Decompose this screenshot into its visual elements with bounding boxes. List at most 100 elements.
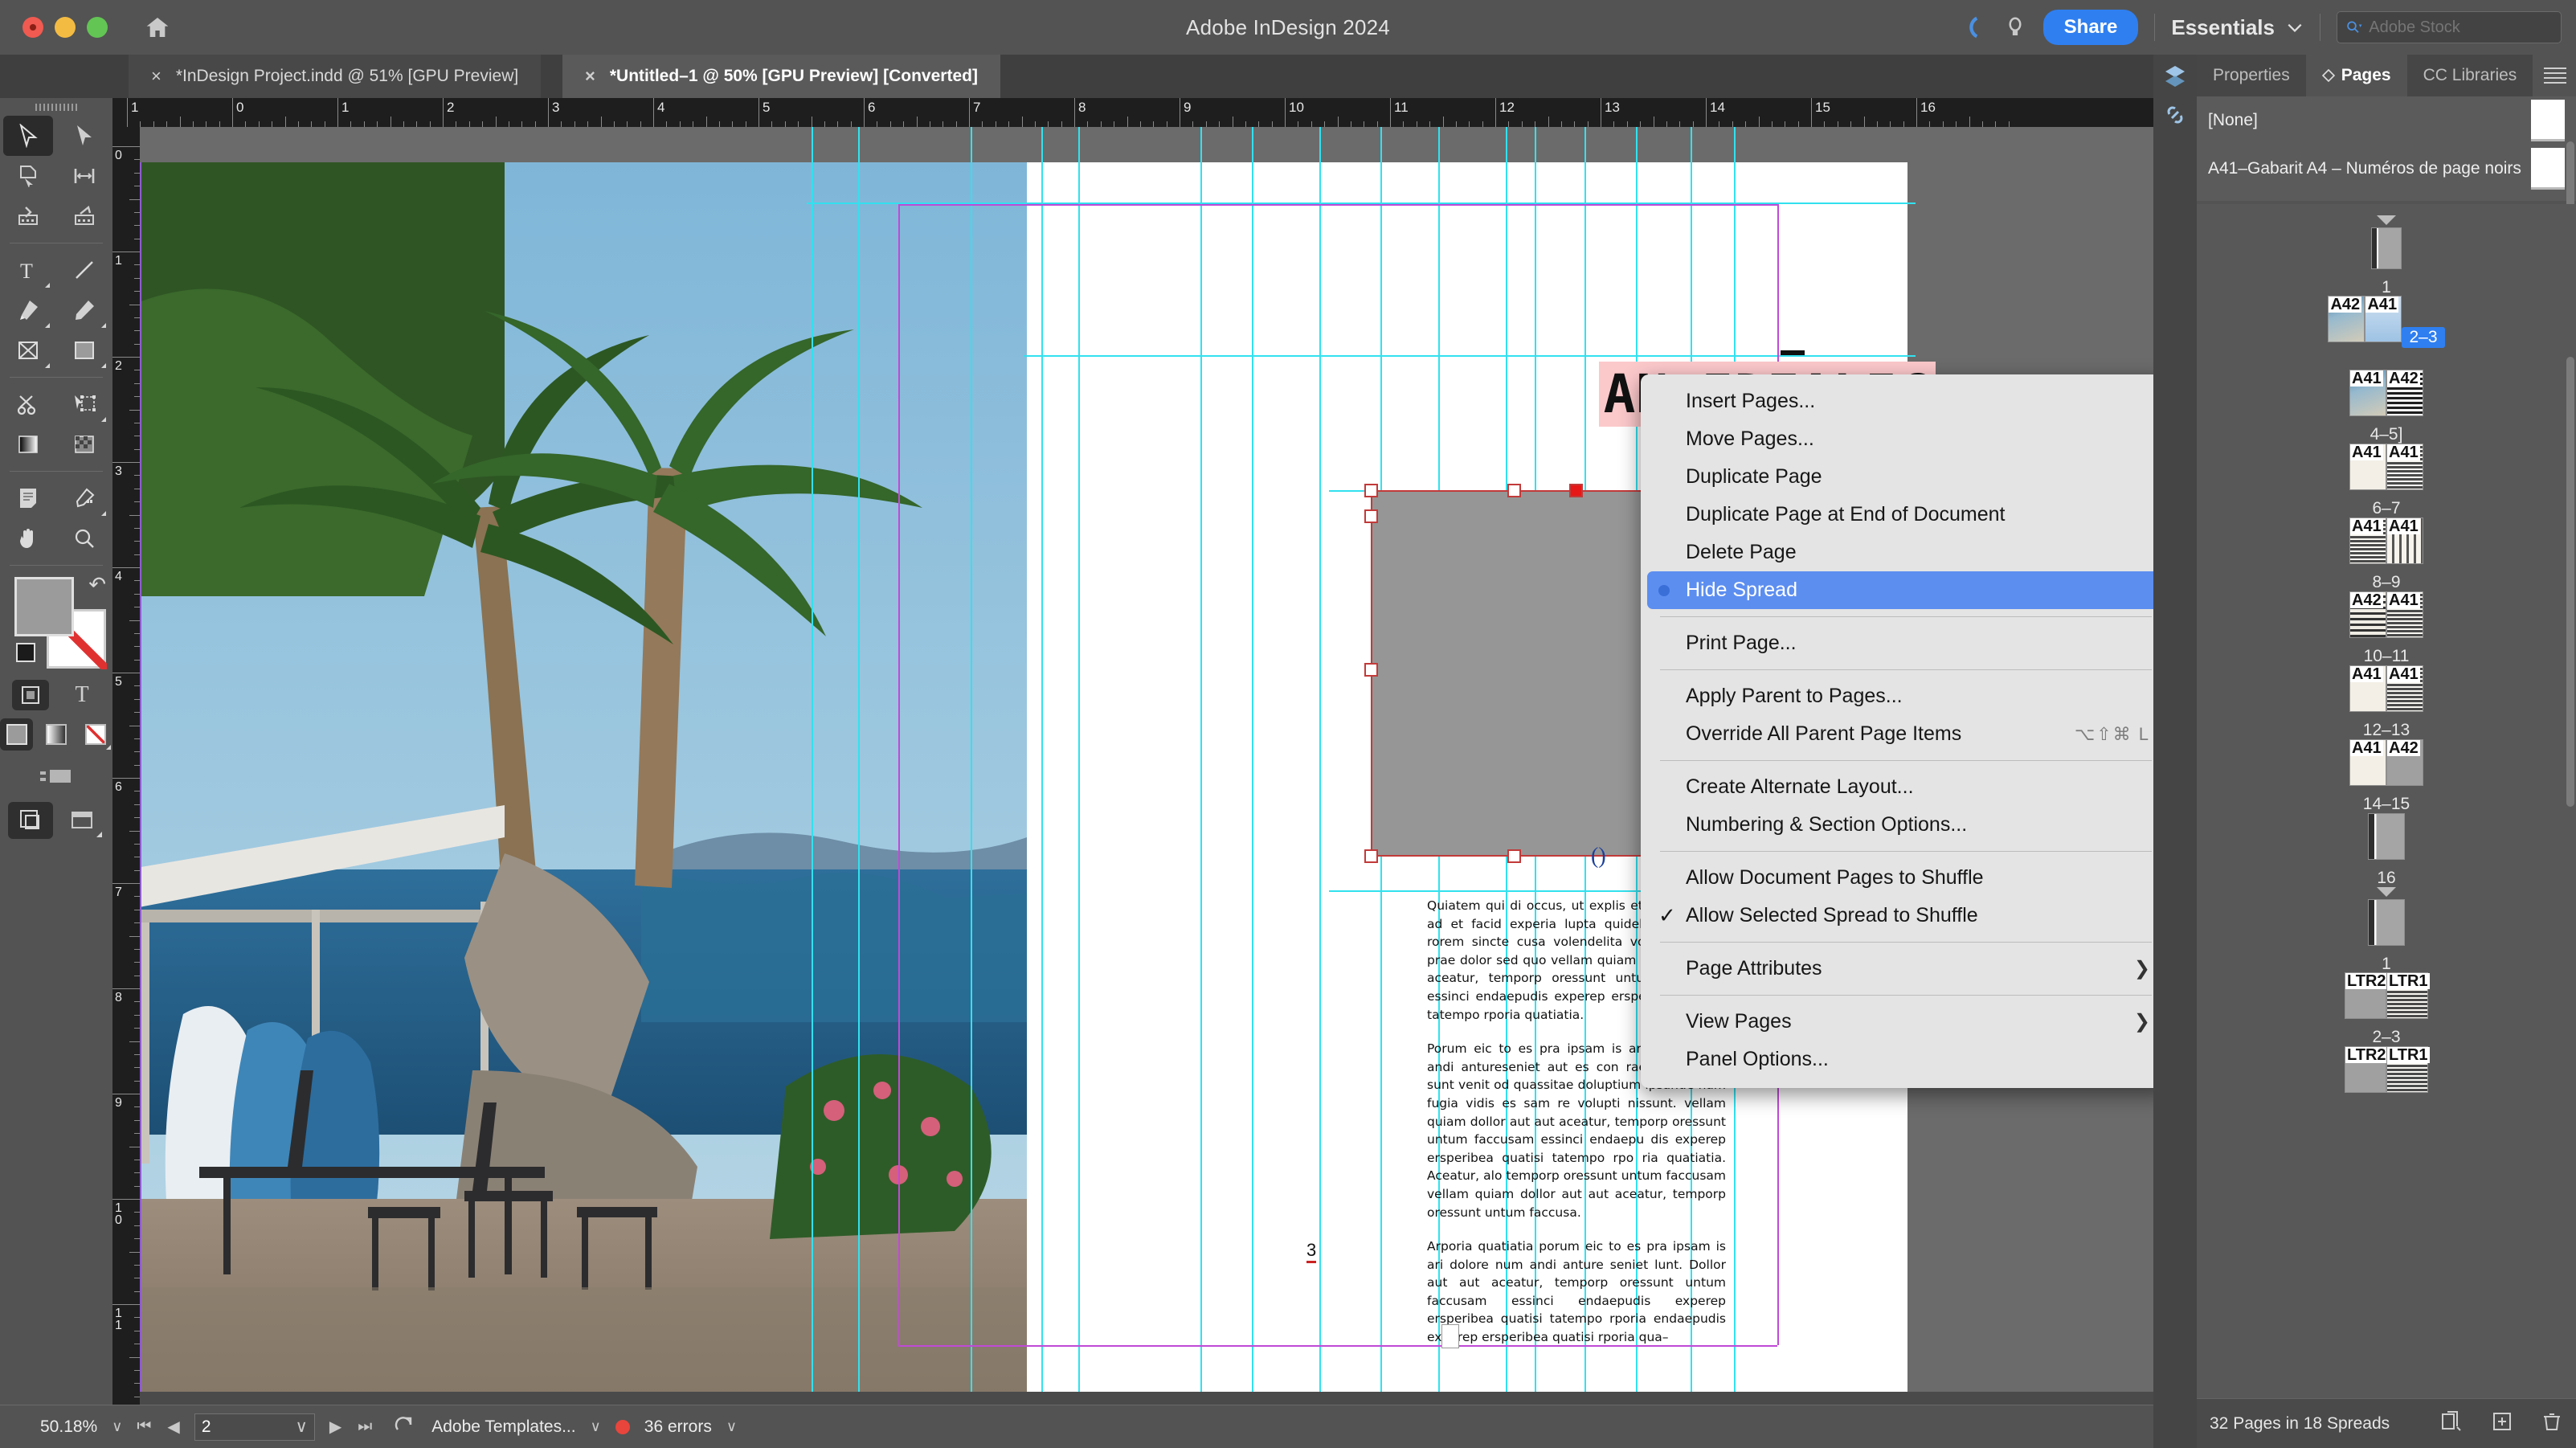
extra-handle[interactable] — [1364, 509, 1378, 523]
direct-selection-tool[interactable] — [59, 116, 109, 156]
gradient-feather-tool[interactable] — [59, 424, 109, 464]
profile-caret-icon[interactable]: ∨ — [591, 1418, 601, 1435]
page-thumbnail[interactable]: A41 — [2386, 517, 2423, 564]
page-tool[interactable] — [3, 156, 53, 196]
page-caret-icon[interactable]: ∨ — [295, 1417, 307, 1437]
anchor-point-indicator[interactable] — [1569, 484, 1583, 497]
line-tool[interactable] — [59, 250, 109, 290]
vertical-guide[interactable] — [1041, 127, 1043, 1405]
rectangle-tool[interactable] — [59, 330, 109, 370]
first-page-icon[interactable]: ⏮ — [137, 1417, 151, 1436]
menu-item-page-attributes[interactable]: Page Attributes❯ — [1641, 950, 2171, 988]
selected-image-frame[interactable]: av () — [1371, 490, 1660, 857]
page-thumbnail[interactable] — [2371, 227, 2402, 269]
photo-page[interactable] — [140, 162, 1027, 1405]
page-spread[interactable]: LTR2LTR1 — [2197, 1046, 2576, 1102]
scissors-tool[interactable] — [3, 384, 53, 424]
menu-item-override-all-parent-page-items[interactable]: Override All Parent Page Items⌥⇧⌘ L — [1641, 715, 2171, 753]
resize-handle-ml[interactable] — [1364, 663, 1378, 677]
content-placer-tool[interactable] — [59, 196, 109, 236]
page-thumbnail[interactable]: LTR2 — [2345, 1046, 2386, 1093]
menu-item-hide-spread[interactable]: Hide Spread — [1647, 571, 2165, 609]
hand-tool[interactable] — [3, 518, 53, 558]
apply-none-button[interactable] — [80, 718, 112, 751]
resize-handle-tl[interactable] — [1364, 484, 1378, 497]
document-tab-0[interactable]: × *InDesign Project.indd @ 51% [GPU Prev… — [129, 55, 541, 98]
page-thumbnail[interactable]: A41 — [2386, 665, 2423, 712]
page-spread[interactable]: LTR2LTR12–3 — [2197, 972, 2576, 1047]
next-page-icon[interactable]: ▶ — [329, 1417, 341, 1437]
parent-page-row-none[interactable]: [None] — [2197, 96, 2576, 145]
tab-pages[interactable]: Pages — [2306, 55, 2407, 96]
frame-tool[interactable] — [3, 330, 53, 370]
vertical-ruler[interactable]: 01234567891011 — [112, 127, 140, 1405]
pages-thumbnail-list[interactable]: 1A42A412–3A41A424–5]A41A416–7A41A418–9A4… — [2197, 204, 2576, 1401]
gradient-swatch-tool[interactable] — [3, 424, 53, 464]
vertical-guide[interactable] — [971, 127, 972, 1405]
cloud-sync-icon[interactable] — [1960, 14, 1987, 41]
menu-item-duplicate-page-at-end-of-document[interactable]: Duplicate Page at End of Document — [1641, 496, 2171, 534]
page-number-field[interactable]: 2 ∨ — [194, 1413, 315, 1441]
menu-item-allow-selected-spread-to-shuffle[interactable]: ✓Allow Selected Spread to Shuffle — [1641, 897, 2171, 935]
resize-handle-bl[interactable] — [1364, 849, 1378, 863]
page-thumbnail[interactable]: A42 — [2328, 296, 2365, 342]
errors-caret-icon[interactable]: ∨ — [726, 1418, 737, 1435]
pages-context-menu[interactable]: Insert Pages...Move Pages...Duplicate Pa… — [1641, 374, 2171, 1088]
page-thumbnail[interactable]: A41 — [2386, 444, 2423, 490]
layers-icon[interactable] — [2153, 55, 2197, 95]
page-thumbnail[interactable]: A41 — [2349, 739, 2386, 786]
vertical-guide[interactable] — [1200, 127, 1202, 1405]
tab-properties[interactable]: Properties — [2197, 55, 2306, 96]
page-thumbnail[interactable]: A42 — [2386, 370, 2423, 416]
parent-page-row-a41[interactable]: A41–Gabarit A4 – Numéros de page noirs — [2197, 145, 2576, 193]
content-collector-tool[interactable] — [3, 196, 53, 236]
screen-mode-preview-button[interactable] — [59, 802, 104, 839]
menu-item-allow-document-pages-to-shuffle[interactable]: Allow Document Pages to Shuffle — [1641, 859, 2171, 897]
apply-gradient-button[interactable] — [39, 718, 72, 751]
pen-tool[interactable] — [3, 290, 53, 330]
stock-search-input[interactable] — [2369, 18, 2553, 37]
menu-item-delete-page[interactable]: Delete Page — [1641, 534, 2171, 571]
page-spread[interactable]: A42A412–3 — [2197, 296, 2576, 348]
page-thumbnail[interactable]: A41 — [2349, 665, 2386, 712]
zoom-caret-icon[interactable]: ∨ — [112, 1418, 122, 1435]
new-page-icon[interactable] — [2491, 1410, 2513, 1437]
menu-item-view-pages[interactable]: View Pages❯ — [1641, 1003, 2171, 1041]
horizontal-ruler[interactable]: 1012345678910111213141516 — [112, 98, 2153, 127]
workspace-switcher[interactable]: Essentials — [2171, 15, 2304, 40]
page-thumbnail[interactable]: A42 — [2349, 591, 2386, 638]
selection-tool[interactable] — [3, 116, 53, 156]
page-spread[interactable]: 1 — [2197, 887, 2576, 974]
format-container-button[interactable] — [12, 680, 49, 710]
menu-item-insert-pages[interactable]: Insert Pages... — [1641, 382, 2171, 420]
horizontal-guide[interactable] — [1024, 355, 1916, 357]
apply-color-button[interactable] — [0, 718, 33, 751]
page-spread[interactable]: A41A416–7 — [2197, 444, 2576, 518]
error-count-label[interactable]: 36 errors — [644, 1417, 712, 1437]
page-spread[interactable]: A41A4214–15 — [2197, 739, 2576, 814]
parent-pages-list[interactable]: [None] A41–Gabarit A4 – Numéros de page … — [2197, 96, 2576, 201]
adobe-stock-search[interactable] — [2337, 11, 2562, 43]
tools-panel-grip[interactable] — [0, 98, 112, 116]
vertical-guide[interactable] — [1252, 127, 1253, 1405]
menu-item-numbering-section-options[interactable]: Numbering & Section Options... — [1641, 806, 2171, 844]
page-spread[interactable]: 16 — [2197, 813, 2576, 888]
eyedropper-tool[interactable] — [59, 478, 109, 518]
text-overflow-marker[interactable] — [1441, 1324, 1459, 1348]
page-thumbnail[interactable]: A41 — [2349, 370, 2386, 416]
page-thumbnail[interactable]: A41 — [2365, 296, 2402, 342]
menu-item-panel-options[interactable]: Panel Options... — [1641, 1041, 2171, 1078]
prev-page-icon[interactable]: ◀ — [167, 1417, 179, 1437]
zoom-level[interactable]: 50.18% — [40, 1417, 97, 1437]
page-thumbnail[interactable]: A41 — [2349, 517, 2386, 564]
resize-handle-tc[interactable] — [1507, 484, 1521, 497]
menu-item-create-alternate-layout[interactable]: Create Alternate Layout... — [1641, 768, 2171, 806]
page-thumbnail[interactable]: A42 — [2386, 739, 2423, 786]
page-spread[interactable]: A42A4110–11 — [2197, 591, 2576, 666]
free-transform-tool[interactable] — [59, 384, 109, 424]
close-tab-icon[interactable]: × — [151, 66, 162, 87]
vertical-guide[interactable] — [812, 127, 813, 1405]
page-thumbnail[interactable] — [2368, 899, 2405, 946]
last-page-icon[interactable]: ⏭ — [358, 1417, 372, 1436]
share-button[interactable]: Share — [2043, 10, 2139, 45]
